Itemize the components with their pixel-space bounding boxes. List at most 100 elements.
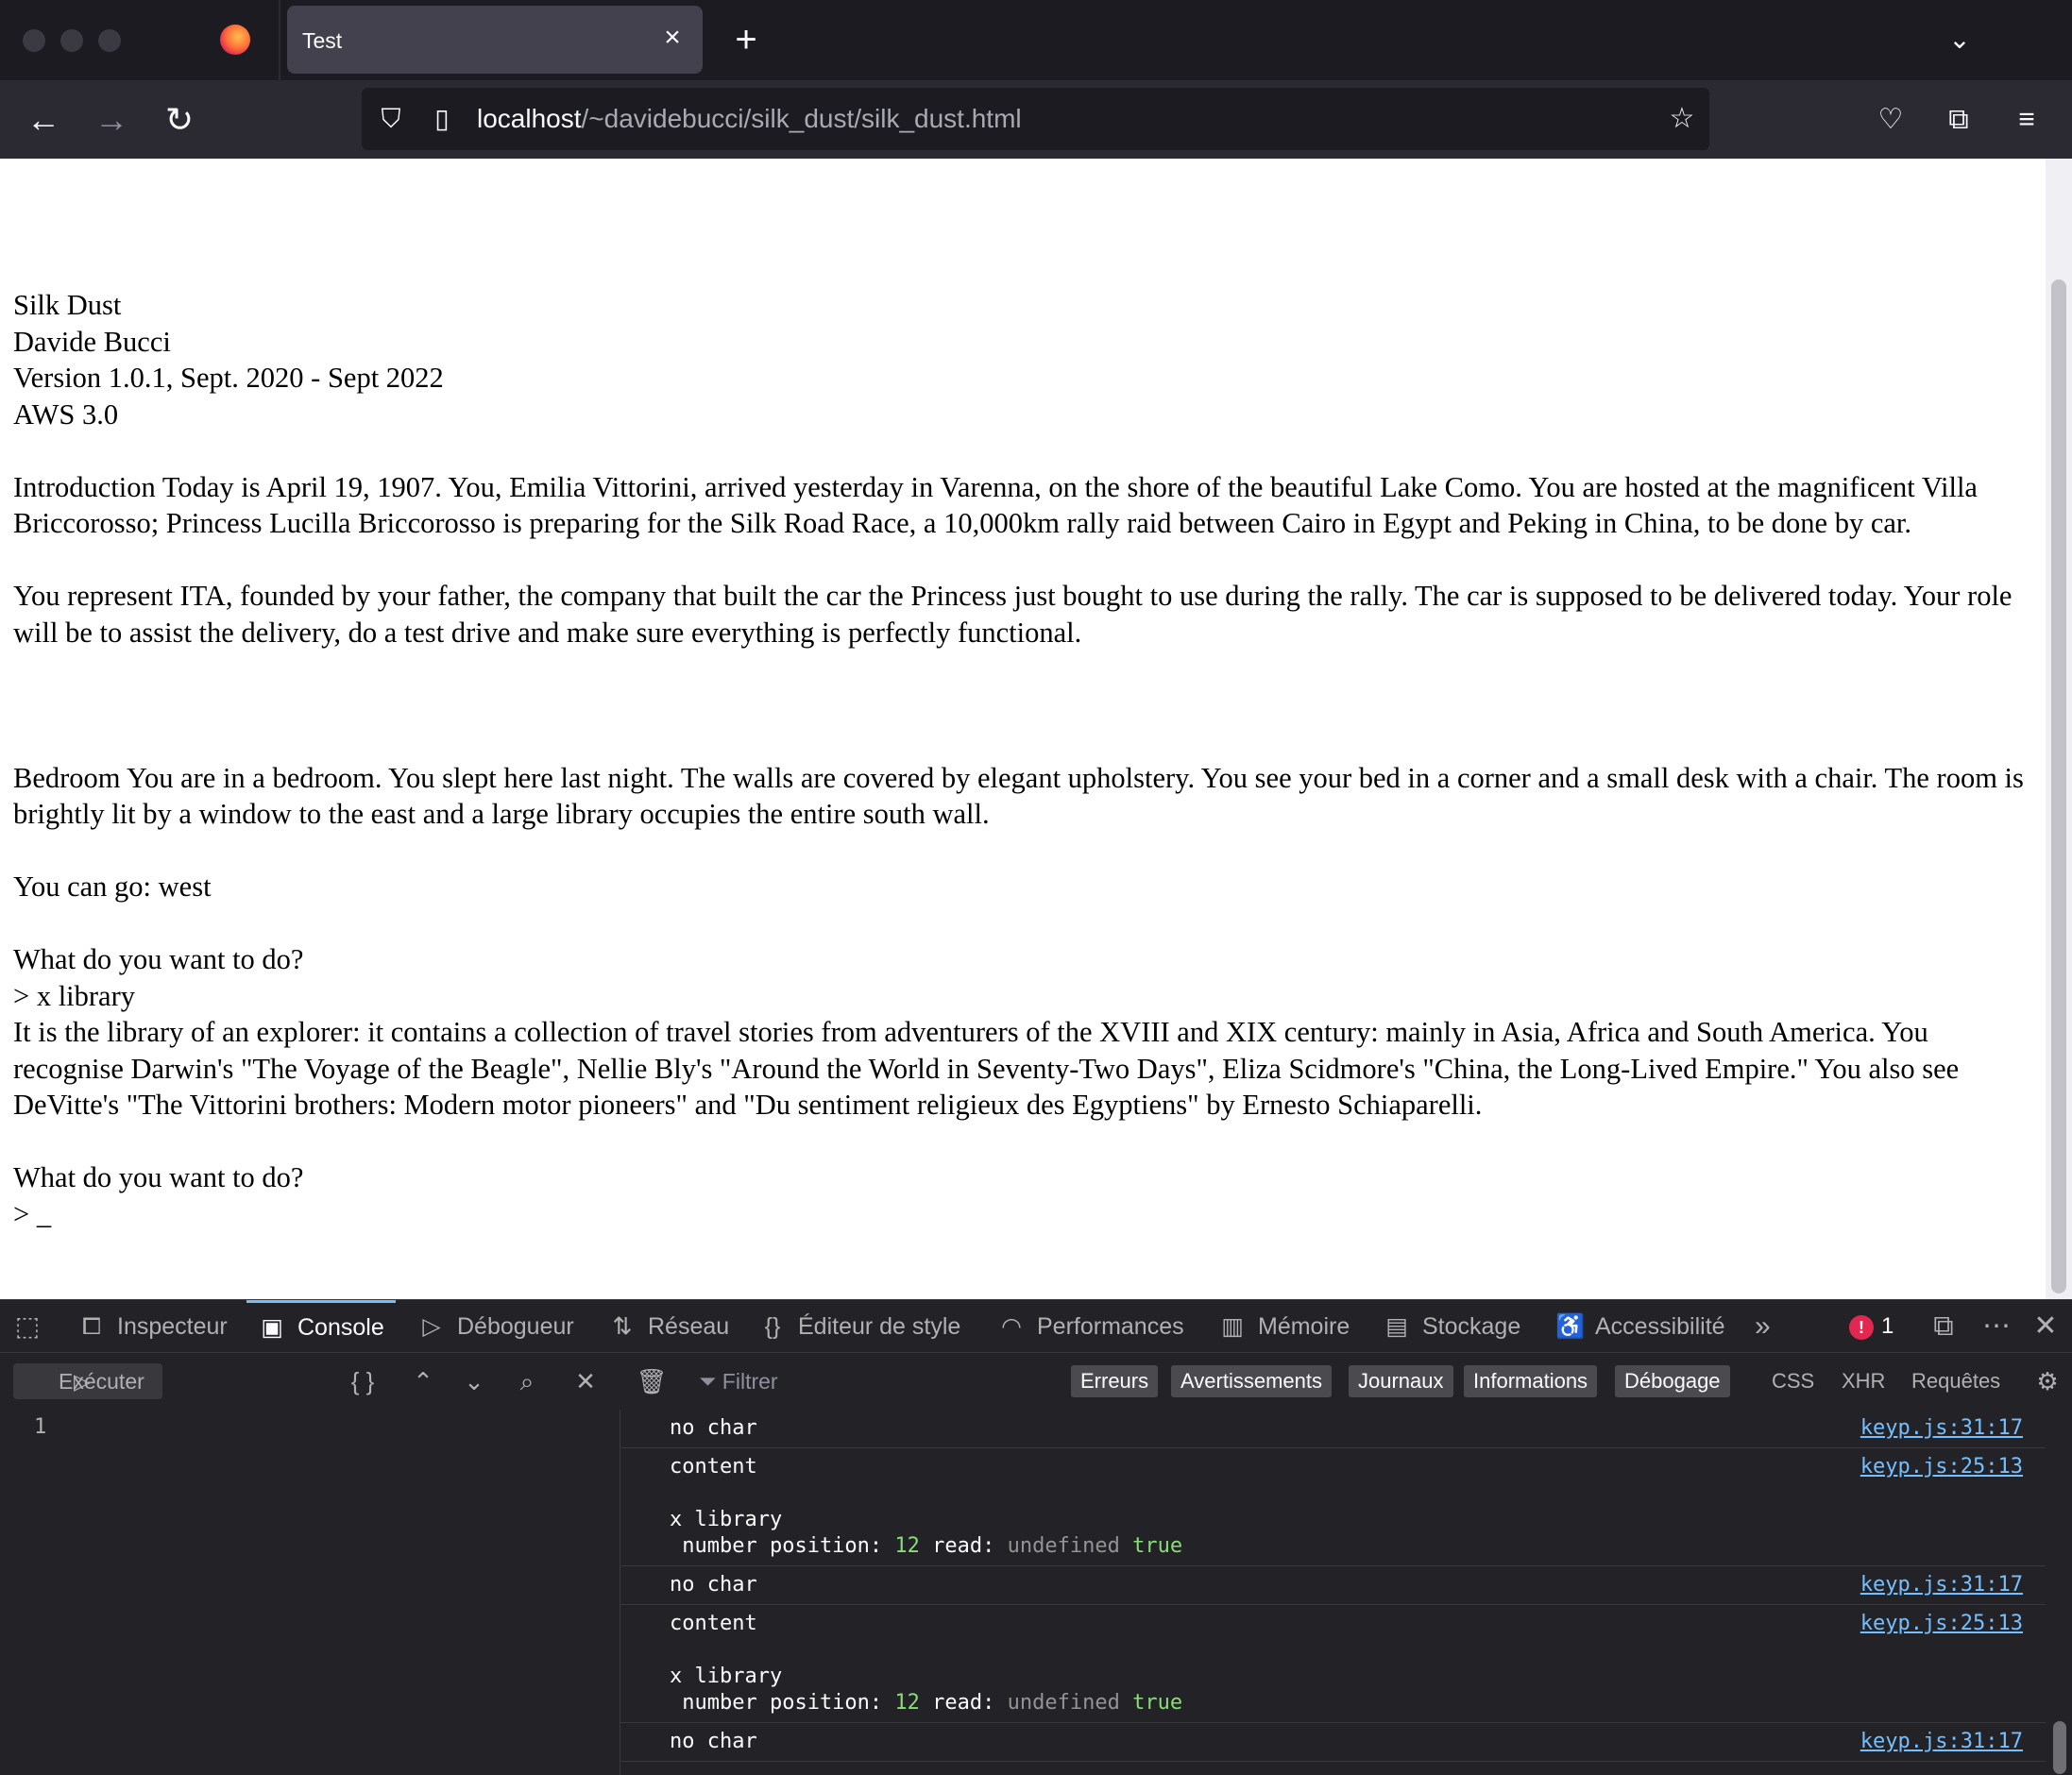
filter-warnings-button[interactable]: Avertissements: [1171, 1365, 1332, 1397]
close-editor-icon[interactable]: ✕: [567, 1363, 604, 1399]
console-message: no char keyp.js:31:17: [620, 1723, 2046, 1762]
pocket-icon[interactable]: ♡: [1868, 97, 1913, 143]
list-all-tabs-chevron-icon[interactable]: ⌄: [1941, 21, 1979, 59]
message-source-link[interactable]: keyp.js:31:17: [1860, 1729, 2023, 1755]
tab-label: Mémoire: [1258, 1313, 1350, 1340]
url-text[interactable]: localhost/~davidebucci/silk_dust/silk_du…: [477, 104, 1022, 134]
message-detail: number position: 12 read: undefined true: [670, 1690, 2046, 1716]
element-picker-icon[interactable]: ⬚: [13, 1300, 53, 1353]
console-filter-input[interactable]: ⏷ Filtrer: [699, 1363, 1058, 1399]
filter-debug-button[interactable]: Débogage: [1615, 1365, 1730, 1397]
detail-boolean: true: [1132, 1691, 1183, 1715]
tab-performance[interactable]: ◠ Performances: [997, 1300, 1184, 1353]
run-label: Exécuter: [59, 1369, 144, 1394]
tab-test[interactable]: Test ×: [287, 6, 703, 74]
page-scrollbar[interactable]: [2046, 159, 2072, 1299]
prompt-text: What do you want to do?: [13, 943, 304, 975]
message-text: content: [670, 1455, 757, 1479]
page-scrollbar-thumb[interactable]: [2051, 279, 2066, 1293]
page-info-icon[interactable]: ▯: [426, 103, 458, 135]
tab-inspector[interactable]: ⧠ Inspecteur: [77, 1300, 228, 1353]
firefox-logo-icon[interactable]: [220, 25, 250, 55]
reverse-search-icon[interactable]: ⌕: [508, 1363, 546, 1399]
clear-console-trash-icon[interactable]: 🗑: [633, 1363, 671, 1399]
page-content: Silk Dust Davide Bucci Version 1.0.1, Se…: [0, 159, 2072, 1299]
menu-hamburger-icon[interactable]: ≡: [2004, 97, 2049, 143]
error-count: 1: [1881, 1313, 1894, 1339]
detail-undefined: undefined: [1007, 1534, 1120, 1558]
filter-requests-button[interactable]: Requêtes: [1911, 1365, 2000, 1397]
tab-storage[interactable]: ▤ Stockage: [1383, 1300, 1520, 1353]
console-scrollbar[interactable]: [2046, 1410, 2072, 1775]
bookmark-star-icon[interactable]: ☆: [1666, 103, 1698, 135]
console-scrollbar-thumb[interactable]: [2053, 1721, 2066, 1774]
devtools-toolbar: ⬚ ⧠ Inspecteur ▣ Console ▷ Débogueur ⇅ Résea…: [0, 1299, 2072, 1353]
new-tab-plus-icon[interactable]: +: [727, 21, 765, 59]
responsive-design-icon[interactable]: ⧉: [1925, 1308, 1962, 1345]
forward-arrow-icon[interactable]: →: [89, 97, 134, 143]
message-text: x library: [670, 1508, 783, 1531]
console-icon: ▣: [261, 1314, 283, 1341]
detail-read-label: read:: [932, 1691, 995, 1715]
console-settings-gear-icon[interactable]: ⚙: [2029, 1363, 2066, 1399]
filter-funnel-icon: ⏷: [699, 1369, 722, 1394]
navigation-toolbar: ← → ↻ ⛉ ▯ localhost/~davidebucci/silk_du…: [0, 80, 2072, 159]
tab-accessibility[interactable]: ♿ Accessibilité: [1555, 1300, 1725, 1353]
window-close-control[interactable]: [23, 29, 45, 52]
tab-console[interactable]: ▣ Console: [246, 1300, 396, 1356]
tab-close-icon[interactable]: ×: [655, 21, 689, 55]
tab-memory[interactable]: ▥ Mémoire: [1218, 1300, 1350, 1353]
tab-label: Inspecteur: [117, 1313, 228, 1340]
game-version: Version 1.0.1, Sept. 2020 - Sept 2022: [13, 362, 444, 394]
run-button[interactable]: ▷ Exécuter: [13, 1363, 162, 1399]
back-arrow-icon[interactable]: ←: [21, 97, 66, 143]
tab-debugger[interactable]: ▷ Débogueur: [417, 1300, 574, 1353]
filter-info-button[interactable]: Informations: [1464, 1365, 1598, 1397]
input-cursor[interactable]: > _: [13, 1196, 2044, 1233]
history-down-icon[interactable]: ⌄: [455, 1363, 493, 1399]
filter-logs-button[interactable]: Journaux: [1349, 1365, 1453, 1397]
detail-read-label: read:: [932, 1534, 995, 1558]
tab-style-editor[interactable]: {} Éditeur de style: [758, 1300, 961, 1353]
console-output: no char keyp.js:31:17 content x library …: [620, 1410, 2046, 1775]
console-message: no char keyp.js:31:17: [620, 1410, 2046, 1448]
accessibility-icon: ♿: [1555, 1313, 1586, 1340]
tab-label: Débogueur: [457, 1313, 574, 1340]
detail-label: number position:: [670, 1691, 883, 1715]
window-minimize-control[interactable]: [60, 29, 83, 52]
filter-xhr-button[interactable]: XHR: [1842, 1365, 1885, 1397]
more-options-icon[interactable]: ⋯: [1978, 1308, 2015, 1345]
play-icon: ▷: [74, 1369, 91, 1394]
message-text: no char: [670, 1573, 757, 1597]
message-text: no char: [670, 1730, 757, 1753]
window-zoom-control[interactable]: [98, 29, 121, 52]
close-devtools-icon[interactable]: ✕: [2027, 1308, 2064, 1345]
filter-errors-button[interactable]: Erreurs: [1071, 1365, 1159, 1397]
performance-gauge-icon: ◠: [1001, 1313, 1022, 1340]
message-source-link[interactable]: keyp.js:25:13: [1860, 1454, 2023, 1480]
extensions-icon[interactable]: ⧉: [1936, 97, 1981, 143]
message-source-link[interactable]: keyp.js:31:17: [1860, 1572, 2023, 1598]
url-host: localhost: [477, 104, 582, 133]
intro-paragraph: Introduction Today is April 19, 1907. Yo…: [13, 470, 1978, 540]
library-description: It is the library of an explorer: it con…: [13, 1016, 1960, 1121]
console-editor[interactable]: 1: [0, 1410, 620, 1775]
message-source-link[interactable]: keyp.js:25:13: [1860, 1611, 2023, 1637]
shield-icon[interactable]: ⛉: [375, 103, 407, 135]
error-count-badge[interactable]: ! 1: [1849, 1312, 1894, 1341]
message-text: [670, 1480, 2046, 1507]
address-bar[interactable]: ⛉ ▯ localhost/~davidebucci/silk_dust/sil…: [362, 88, 1709, 150]
filter-css-button[interactable]: CSS: [1772, 1365, 1814, 1397]
inspector-icon: ⧠: [81, 1313, 101, 1340]
intro-paragraph-2: You represent ITA, founded by your fathe…: [13, 580, 2013, 649]
tab-strip: Test × + ⌄: [0, 0, 2072, 80]
console-message: content x library number position: 12 re…: [620, 1605, 2046, 1723]
tab-network[interactable]: ⇅ Réseau: [608, 1300, 730, 1353]
more-tools-chevron-icon[interactable]: »: [1755, 1300, 1771, 1353]
reload-icon[interactable]: ↻: [157, 97, 202, 143]
tab-label: Console: [297, 1314, 384, 1341]
message-source-link[interactable]: keyp.js:31:17: [1860, 1415, 2023, 1442]
pretty-print-icon[interactable]: { }: [344, 1363, 382, 1399]
debugger-icon: ▷: [422, 1313, 441, 1340]
history-up-icon[interactable]: ⌃: [404, 1363, 442, 1399]
